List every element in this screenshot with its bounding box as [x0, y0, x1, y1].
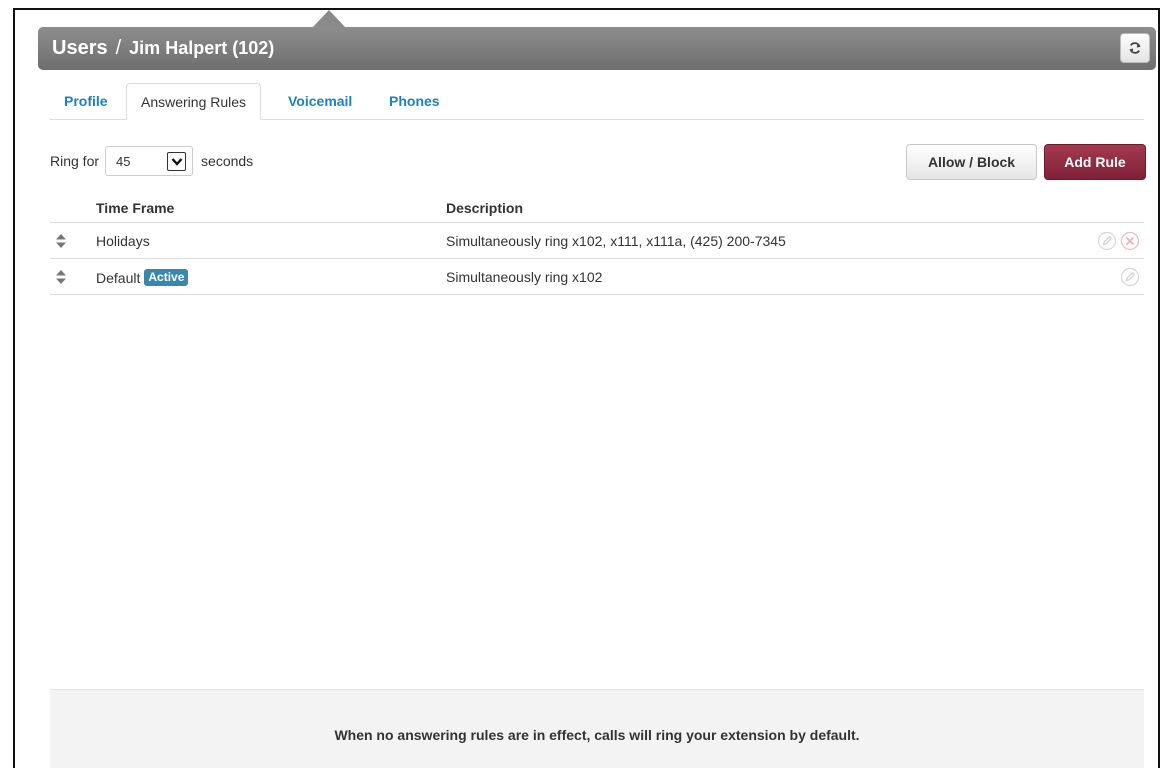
breadcrumb-users[interactable]: Users [52, 37, 108, 59]
add-rule-button[interactable]: Add Rule [1044, 144, 1146, 180]
ring-duration-select[interactable]: 45 [105, 146, 194, 176]
default-behavior-note: When no answering rules are in effect, c… [50, 689, 1144, 768]
sort-arrows-icon[interactable] [54, 269, 68, 285]
refresh-icon [1129, 42, 1141, 54]
table-row[interactable]: Default Active Simultaneously ring x102 [50, 259, 1144, 295]
edit-icon[interactable] [1097, 231, 1117, 251]
delete-icon[interactable] [1120, 231, 1140, 251]
tab-voicemail[interactable]: Voicemail [274, 83, 366, 120]
rule-description: Simultaneously ring x102, x111, x111a, (… [446, 233, 786, 249]
refresh-button[interactable] [1120, 33, 1150, 63]
active-badge: Active [144, 269, 189, 286]
row-actions [1120, 267, 1140, 287]
tab-bar: Profile Answering Rules Voicemail Phones [50, 83, 1144, 120]
answering-rules-table: Time Frame Description Holidays Simultan… [50, 194, 1144, 295]
panel-frame [13, 8, 1160, 768]
allow-block-button[interactable]: Allow / Block [906, 144, 1037, 180]
ring-duration-row: Ring for 45 seconds [50, 145, 253, 177]
tab-phones[interactable]: Phones [375, 83, 454, 120]
table-header: Time Frame Description [50, 194, 1144, 223]
row-actions [1097, 231, 1140, 251]
rule-name: Default [96, 269, 141, 286]
ring-prefix-label: Ring for [50, 153, 100, 169]
rule-time-frame: Default Active [96, 269, 189, 286]
rule-description: Simultaneously ring x102 [446, 269, 603, 285]
title-bar: Users / Jim Halpert (102) [38, 27, 1156, 70]
ring-suffix-label: seconds [201, 153, 254, 169]
breadcrumb-separator: / [115, 37, 122, 59]
table-row[interactable]: Holidays Simultaneously ring x102, x111,… [50, 223, 1144, 259]
page-title: Users / Jim Halpert (102) [52, 37, 274, 60]
column-header-description[interactable]: Description [446, 200, 523, 216]
chevron-down-icon [167, 152, 187, 171]
edit-icon[interactable] [1120, 267, 1140, 287]
column-header-time-frame[interactable]: Time Frame [96, 200, 174, 216]
panel-pointer [312, 10, 346, 28]
sort-arrows-icon[interactable] [54, 233, 68, 249]
breadcrumb-user: Jim Halpert (102) [129, 38, 275, 58]
rule-time-frame: Holidays [96, 233, 150, 249]
tab-profile[interactable]: Profile [50, 83, 122, 120]
rule-name: Holidays [96, 233, 150, 249]
ring-duration-value: 45 [116, 154, 131, 169]
footer-note-text: When no answering rules are in effect, c… [334, 727, 860, 743]
tab-answering-rules[interactable]: Answering Rules [126, 83, 262, 120]
